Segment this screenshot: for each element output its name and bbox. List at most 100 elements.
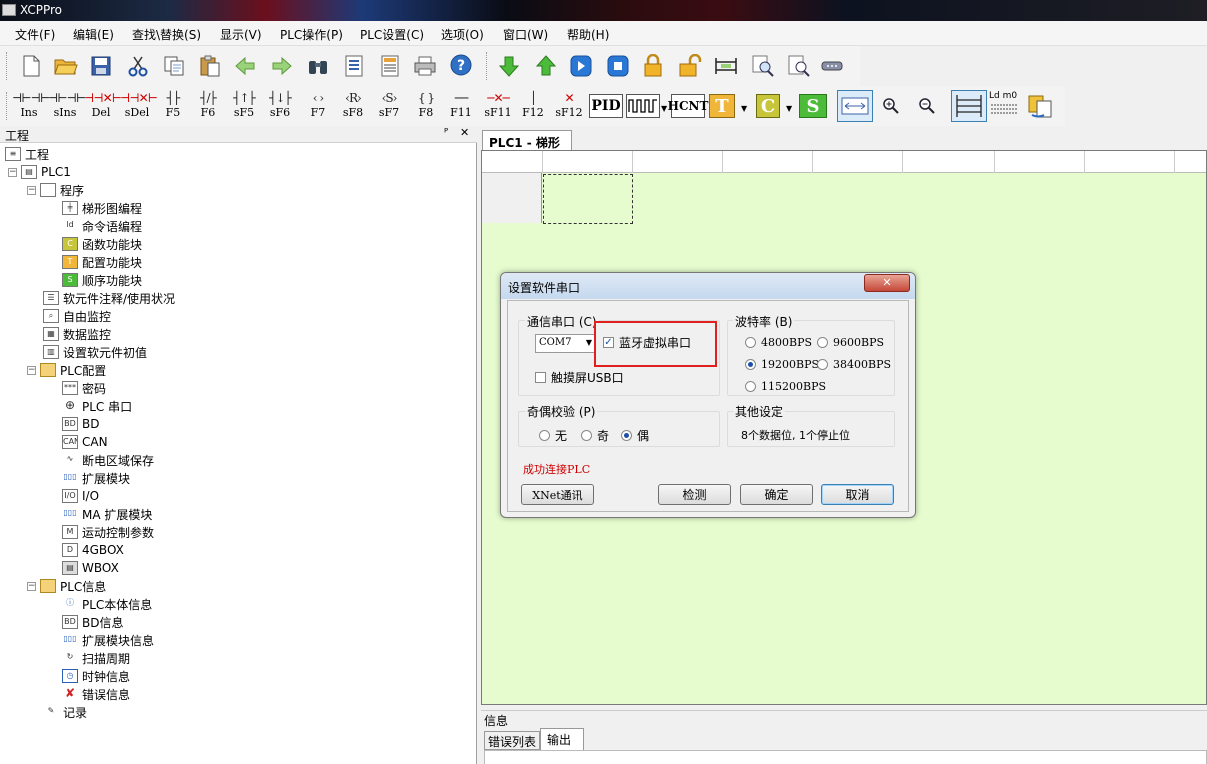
- copy-icon[interactable]: [160, 52, 188, 80]
- coil-button[interactable]: ‹ › F7: [301, 90, 335, 122]
- tree-item-4gbox[interactable]: D 4GBOX: [62, 541, 124, 559]
- timer-button[interactable]: T: [709, 94, 735, 118]
- dialog-close-button[interactable]: ✕: [864, 274, 910, 292]
- counter-dropdown-icon[interactable]: ▼: [786, 104, 792, 113]
- tree-item-ma-expansion[interactable]: ▯▯▯ MA 扩展模块: [62, 505, 152, 523]
- delete-horizontal-line-button[interactable]: ─✕─ sF11: [481, 90, 515, 122]
- tree-item-program[interactable]: − 程序: [27, 181, 84, 199]
- cancel-button[interactable]: 取消: [821, 484, 894, 505]
- instruction-list-button[interactable]: Ld m0: [989, 91, 1021, 121]
- pulse-dropdown-icon[interactable]: ▼: [661, 104, 667, 113]
- lock-icon[interactable]: [639, 52, 667, 80]
- list-doc-icon[interactable]: [376, 52, 404, 80]
- zoom-out-icon[interactable]: [913, 92, 941, 120]
- run-icon[interactable]: [567, 52, 595, 80]
- tree-item-record[interactable]: ✎ 记录: [43, 703, 87, 721]
- paste-icon[interactable]: [196, 52, 224, 80]
- set-coil-button[interactable]: ‹S› sF7: [372, 90, 406, 122]
- insert-row-button[interactable]: ⊣⊢⊣⊢ Ins: [12, 90, 50, 122]
- parity-even-radio[interactable]: 偶: [621, 427, 649, 444]
- parity-odd-radio[interactable]: 奇: [581, 427, 609, 444]
- reset-coil-button[interactable]: ‹R› sF8: [336, 90, 370, 122]
- binoculars-icon[interactable]: [304, 52, 332, 80]
- fit-width-button[interactable]: [837, 90, 873, 122]
- tree-item-plc-serial[interactable]: ⊕ PLC 串口: [62, 397, 132, 415]
- hcnt-button[interactable]: HCNT: [668, 94, 708, 118]
- collapse-toggle-icon[interactable]: −: [27, 581, 36, 591]
- tree-item-device-comments[interactable]: ☰ 软元件注释/使用状况: [43, 289, 175, 307]
- tree-item-expansion-module[interactable]: ▯▯▯ 扩展模块: [62, 469, 130, 487]
- menu-plc-settings[interactable]: PLC设置(C): [360, 26, 424, 43]
- menu-view[interactable]: 显示(V): [220, 26, 262, 43]
- back-arrow-icon[interactable]: [231, 52, 259, 80]
- ladder-cursor[interactable]: [543, 174, 633, 224]
- tab-plc1-ladder[interactable]: PLC1 - 梯形图: [482, 130, 572, 167]
- nc-contact-button[interactable]: ┤/├ F6: [191, 90, 225, 122]
- horizontal-line-button[interactable]: ── F11: [444, 90, 478, 122]
- tree-item-error-info[interactable]: ✘ 错误信息: [62, 685, 130, 703]
- vertical-line-button[interactable]: │ F12: [516, 90, 550, 122]
- tree-item-config-block[interactable]: T 配置功能块: [62, 253, 142, 271]
- tree-item-clock-info[interactable]: ◷ 时钟信息: [62, 667, 130, 685]
- timer-dropdown-arrow-icon[interactable]: ▼: [741, 104, 747, 113]
- save-icon[interactable]: [87, 52, 115, 80]
- tree-item-plc-config[interactable]: − PLC配置: [27, 361, 106, 379]
- tab-output[interactable]: 输出: [540, 728, 584, 750]
- menu-find-replace[interactable]: 查找\替换(S): [132, 26, 201, 43]
- baud-115200-radio[interactable]: 115200BPS: [745, 380, 826, 393]
- collapse-toggle-icon[interactable]: −: [8, 167, 17, 177]
- stop-icon[interactable]: [604, 52, 632, 80]
- tree-item-plc1[interactable]: − ▤ PLC1: [8, 163, 71, 181]
- xnet-button[interactable]: XNet通讯: [521, 484, 594, 505]
- ok-button[interactable]: 确定: [740, 484, 813, 505]
- tree-item-scan-cycle[interactable]: ↻ 扫描周期: [62, 649, 130, 667]
- tree-item-sequence-block[interactable]: S 顺序功能块: [62, 271, 142, 289]
- convert-icon[interactable]: [1026, 92, 1054, 120]
- open-folder-icon[interactable]: [52, 52, 80, 80]
- instruction-button[interactable]: { } F8: [409, 90, 443, 122]
- tree-item-power-off-save[interactable]: ∿ 断电区域保存: [62, 451, 154, 469]
- ladder-grid-icon[interactable]: [712, 52, 740, 80]
- pulse-button[interactable]: [626, 94, 660, 118]
- baud-4800-radio[interactable]: 4800BPS: [745, 336, 812, 349]
- no-contact-button[interactable]: ┤├ F5: [156, 90, 190, 122]
- tree-item-expansion-info[interactable]: ▯▯▯ 扩展模块信息: [62, 631, 154, 649]
- shift-delete-row-button[interactable]: ⊣⊣✕⊢ sDel: [120, 90, 158, 122]
- tree-item-function-block[interactable]: C 函数功能块: [62, 235, 142, 253]
- tree-item-wbox[interactable]: ▤ WBOX: [62, 559, 119, 577]
- unlock-icon[interactable]: [676, 52, 704, 80]
- close-panel-icon[interactable]: ✕: [460, 126, 469, 139]
- tree-item-plc-body-info[interactable]: ⓘ PLC本体信息: [62, 595, 152, 613]
- download-icon[interactable]: [495, 52, 523, 80]
- menu-plc-operation[interactable]: PLC操作(P): [280, 26, 343, 43]
- ladder-doc-icon[interactable]: [340, 52, 368, 80]
- tree-item-plc-info[interactable]: − PLC信息: [27, 577, 106, 595]
- tree-item-ladder-programming[interactable]: ╪ 梯形图编程: [62, 199, 142, 217]
- tree-item-bd[interactable]: BD BD: [62, 415, 99, 433]
- menu-file[interactable]: 文件(F): [15, 26, 55, 43]
- tree-item-bd-info[interactable]: BD BD信息: [62, 613, 123, 631]
- state-button[interactable]: S: [799, 94, 827, 118]
- falling-edge-button[interactable]: ┤↓├ sF6: [263, 90, 297, 122]
- pin-icon[interactable]: ᴾ: [444, 126, 448, 139]
- menu-help[interactable]: 帮助(H): [567, 26, 609, 43]
- tree-item-can[interactable]: CAN CAN: [62, 433, 108, 451]
- delete-vertical-line-button[interactable]: ✕ sF12: [552, 90, 586, 122]
- monitor-search-icon[interactable]: [749, 52, 777, 80]
- tree-item-data-monitor[interactable]: ▦ 数据监控: [43, 325, 111, 343]
- pid-button[interactable]: PID: [589, 94, 623, 118]
- upload-icon[interactable]: [532, 52, 560, 80]
- detect-button[interactable]: 检测: [658, 484, 731, 505]
- forward-arrow-icon[interactable]: [268, 52, 296, 80]
- print-icon[interactable]: [411, 52, 439, 80]
- delete-row-button[interactable]: ⊣⊣✕⊢ Del: [84, 90, 122, 122]
- port-select[interactable]: COM7 ▼: [535, 334, 596, 353]
- tree-item-project[interactable]: ≡ 工程: [5, 145, 49, 163]
- serial-port-icon[interactable]: [818, 52, 846, 80]
- touchscreen-usb-checkbox[interactable]: 触摸屏USB口: [535, 369, 624, 386]
- tree-item-init-values[interactable]: ▥ 设置软元件初值: [43, 343, 147, 361]
- tree-item-instruction-programming[interactable]: ld 命令语编程: [62, 217, 142, 235]
- menu-options[interactable]: 选项(O): [441, 26, 484, 43]
- help-icon[interactable]: ?: [448, 52, 476, 80]
- baud-19200-radio[interactable]: 19200BPS: [745, 358, 819, 371]
